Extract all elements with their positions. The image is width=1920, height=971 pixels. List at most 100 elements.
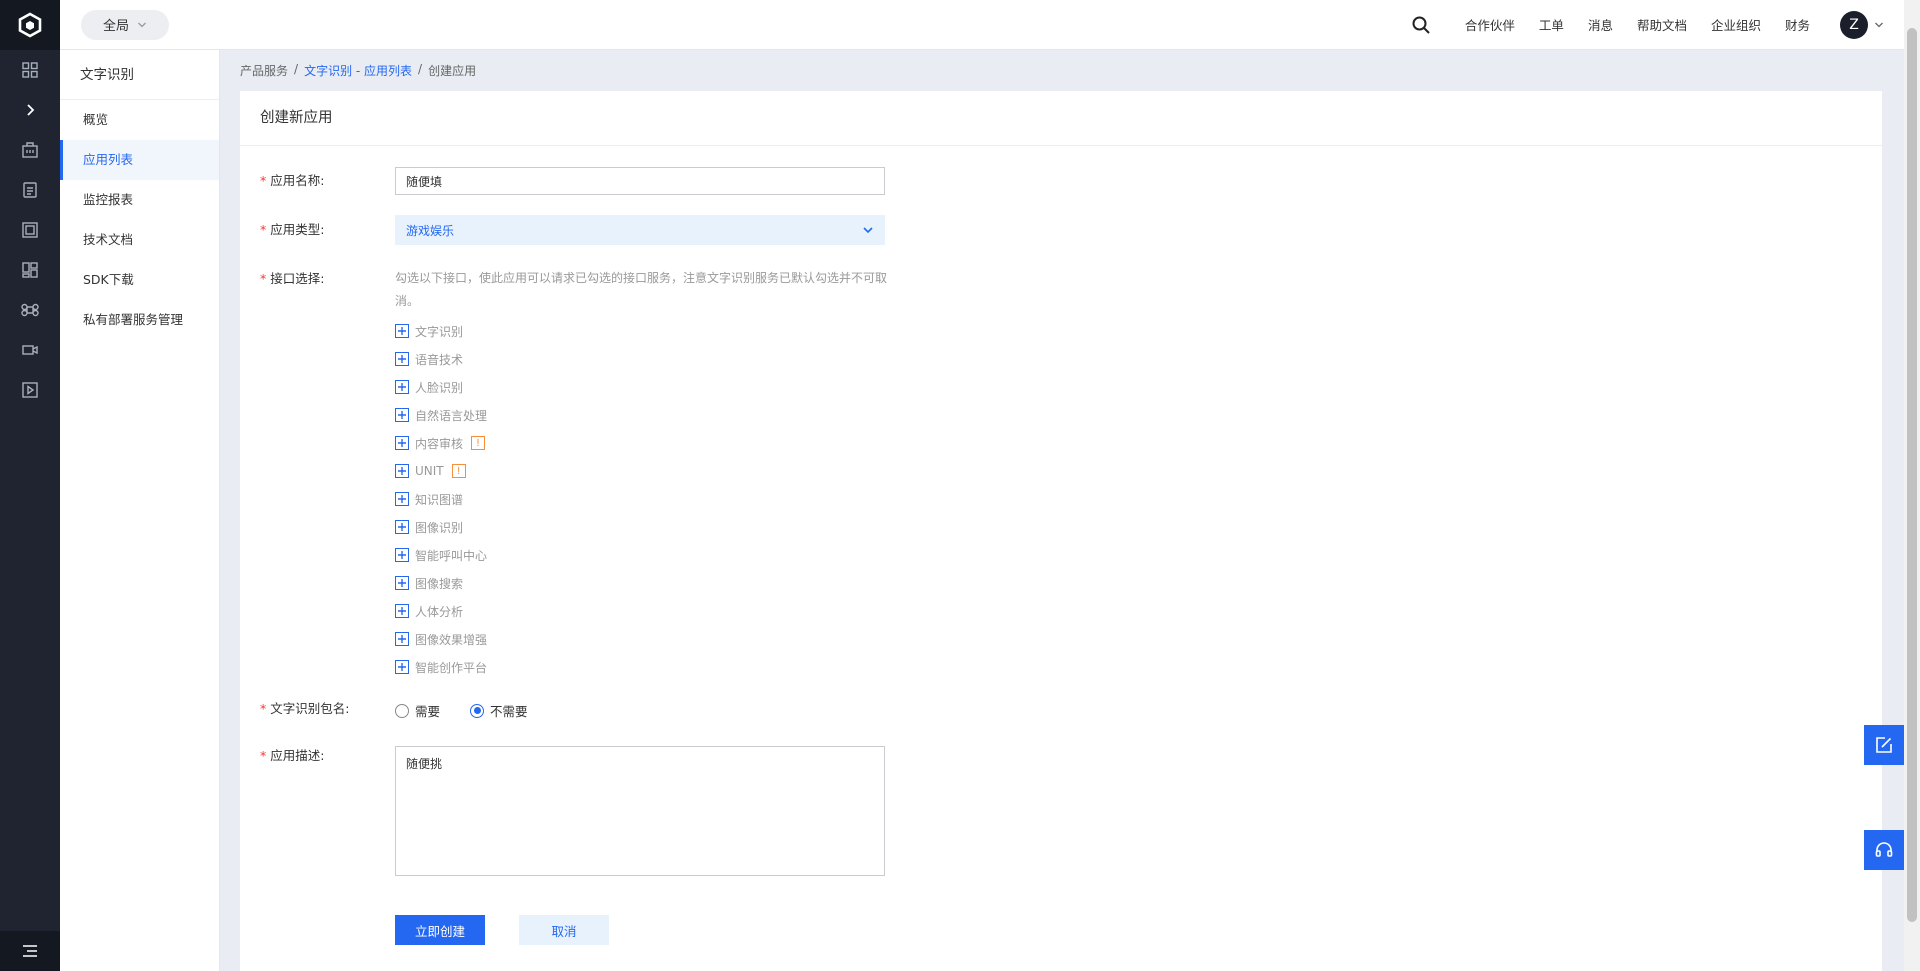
top-bar: 全局 合作伙伴 工单 消息 帮助文档 企业组织 财务 Z <box>60 0 1920 50</box>
nav-tickets[interactable]: 工单 <box>1539 15 1564 34</box>
alert-badge-icon: ! <box>471 436 486 450</box>
expand-plus-icon[interactable] <box>395 324 409 338</box>
play-icon[interactable] <box>0 370 60 410</box>
api-label[interactable]: 语音技术 <box>415 351 463 368</box>
action-buttons: 立即创建 取消 <box>395 915 609 945</box>
api-label[interactable]: 内容审核 <box>415 435 463 452</box>
server-icon[interactable] <box>0 210 60 250</box>
cloud-logo-icon[interactable] <box>0 0 60 50</box>
list-item: 智能创作平台 <box>395 653 895 681</box>
app-type-value: 游戏娱乐 <box>406 223 455 238</box>
expand-plus-icon[interactable] <box>395 380 409 394</box>
radio-not-need[interactable]: 不需要 <box>470 701 528 720</box>
chevron-down-icon <box>138 22 146 27</box>
breadcrumb-app-list-link[interactable]: 文字识别 - 应用列表 <box>304 62 412 79</box>
avatar[interactable]: Z <box>1840 10 1868 39</box>
command-icon[interactable] <box>0 290 60 330</box>
cancel-button[interactable]: 取消 <box>519 915 609 945</box>
api-select-label: * 接口选择: <box>260 271 325 286</box>
radio-need[interactable]: 需要 <box>395 701 440 720</box>
feedback-edit-icon[interactable] <box>1864 725 1904 765</box>
api-label[interactable]: 智能创作平台 <box>415 659 487 676</box>
nav-partners[interactable]: 合作伙伴 <box>1465 15 1515 34</box>
api-list: 文字识别 语音技术 人脸识别 自然语言处理 内容审核! UNIT! 知识图谱 图… <box>395 317 895 681</box>
app-type-select[interactable]: 游戏娱乐 <box>395 215 885 245</box>
expand-plus-icon[interactable] <box>395 408 409 422</box>
radio-button-checked[interactable] <box>470 703 485 718</box>
scope-selector[interactable]: 全局 <box>81 9 169 40</box>
expand-plus-icon[interactable] <box>395 492 409 506</box>
app-type-label: * 应用类型: <box>260 222 325 237</box>
api-label[interactable]: 图像搜索 <box>415 575 463 592</box>
chevron-down-icon[interactable] <box>1874 20 1884 30</box>
sidebar-item-tech-docs[interactable]: 技术文档 <box>60 220 219 260</box>
api-label[interactable]: 文字识别 <box>415 323 463 340</box>
expand-plus-icon[interactable] <box>395 436 409 450</box>
breadcrumb: 产品服务 / 文字识别 - 应用列表 / 创建应用 <box>240 62 476 79</box>
api-label[interactable]: 图像识别 <box>415 519 463 536</box>
search-icon[interactable] <box>1411 15 1431 35</box>
expand-chevron-icon[interactable] <box>0 90 60 130</box>
create-button[interactable]: 立即创建 <box>395 915 485 945</box>
breadcrumb-root[interactable]: 产品服务 <box>240 62 288 79</box>
menu-toggle-icon[interactable] <box>0 931 60 971</box>
list-item: UNIT! <box>395 457 895 485</box>
nav-finance[interactable]: 财务 <box>1785 15 1810 34</box>
api-label[interactable]: 人体分析 <box>415 603 463 620</box>
scope-label: 全局 <box>102 19 129 34</box>
package-radio-group: 需要 不需要 <box>395 701 528 720</box>
dashboard-icon[interactable] <box>0 250 60 290</box>
api-label[interactable]: 智能呼叫中心 <box>415 547 487 564</box>
list-item: 文字识别 <box>395 317 895 345</box>
breadcrumb-current: 创建应用 <box>428 64 477 78</box>
expand-plus-icon[interactable] <box>395 352 409 366</box>
package-row: * 文字识别包名: 需要 不需要 <box>260 701 528 720</box>
expand-plus-icon[interactable] <box>395 660 409 674</box>
expand-plus-icon[interactable] <box>395 604 409 618</box>
icon-rail <box>0 0 60 971</box>
expand-plus-icon[interactable] <box>395 520 409 534</box>
app-name-input[interactable] <box>395 167 885 195</box>
expand-plus-icon[interactable] <box>395 632 409 646</box>
api-label[interactable]: UNIT <box>415 464 444 478</box>
api-hint: 勾选以下接口，使此应用可以请求已勾选的接口服务，注意文字识别服务已默认勾选并不可… <box>395 271 888 308</box>
customer-support-headset-icon[interactable] <box>1864 830 1904 870</box>
list-item: 语音技术 <box>395 345 895 373</box>
expand-plus-icon[interactable] <box>395 576 409 590</box>
api-label[interactable]: 图像效果增强 <box>415 631 487 648</box>
breadcrumb-separator: / <box>418 62 423 76</box>
description-row: * 应用描述: 随便挑 <box>260 746 885 876</box>
nav-help-docs[interactable]: 帮助文档 <box>1637 15 1687 34</box>
package-label: * 文字识别包名: <box>260 701 350 716</box>
grid-icon[interactable] <box>0 50 60 90</box>
scrollbar-thumb[interactable] <box>1907 28 1917 922</box>
api-label[interactable]: 知识图谱 <box>415 491 463 508</box>
nav-organization[interactable]: 企业组织 <box>1711 15 1761 34</box>
nav-messages[interactable]: 消息 <box>1588 15 1613 34</box>
chevron-down-icon <box>863 227 873 234</box>
video-camera-icon[interactable] <box>0 330 60 370</box>
product-sidebar: 文字识别 概览 应用列表 监控报表 技术文档 SDK下载 私有部署服务管理 <box>60 50 220 971</box>
radio-button[interactable] <box>395 703 409 718</box>
sidebar-item-app-list[interactable]: 应用列表 <box>60 140 219 180</box>
building-icon[interactable] <box>0 130 60 170</box>
sidebar-item-private-deploy[interactable]: 私有部署服务管理 <box>60 300 219 340</box>
list-item: 图像识别 <box>395 513 895 541</box>
page-scrollbar[interactable] <box>1904 0 1920 971</box>
list-item: 人脸识别 <box>395 373 895 401</box>
description-textarea[interactable]: 随便挑 <box>395 746 885 876</box>
api-label[interactable]: 自然语言处理 <box>415 407 487 424</box>
sidebar-item-overview[interactable]: 概览 <box>60 100 219 140</box>
list-item: 内容审核! <box>395 429 895 457</box>
sidebar-item-sdk-download[interactable]: SDK下载 <box>60 260 219 300</box>
expand-plus-icon[interactable] <box>395 548 409 562</box>
report-icon[interactable] <box>0 170 60 210</box>
app-type-row: * 应用类型: 游戏娱乐 <box>260 215 885 245</box>
description-label: * 应用描述: <box>260 748 325 763</box>
expand-plus-icon[interactable] <box>395 464 409 478</box>
api-select-row: * 接口选择: 勾选以下接口，使此应用可以请求已勾选的接口服务，注意文字识别服务已… <box>260 267 895 681</box>
list-item: 图像搜索 <box>395 569 895 597</box>
api-label[interactable]: 人脸识别 <box>415 379 463 396</box>
app-name-label: * 应用名称: <box>260 173 325 188</box>
sidebar-item-monitoring[interactable]: 监控报表 <box>60 180 219 220</box>
